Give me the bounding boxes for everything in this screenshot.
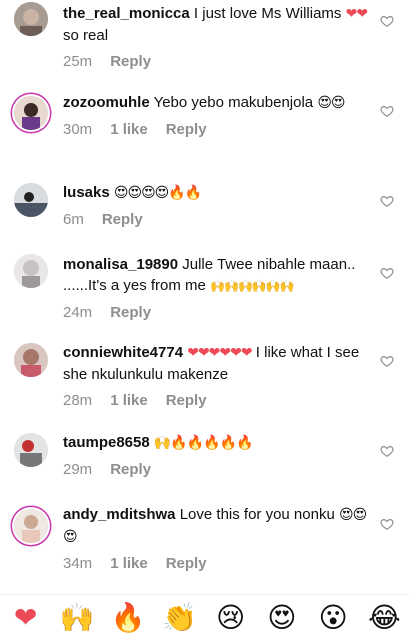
reaction-raised-hands[interactable]: 🙌 [58,599,96,637]
comment-emoji: ❤❤❤❤❤❤ [187,345,252,361]
reply-button[interactable]: Reply [166,553,207,574]
comment-emoji: ❤❤ [345,6,368,22]
comment-body: conniewhite4774 ❤❤❤❤❤❤ I like what I see… [63,342,370,411]
reply-button[interactable]: Reply [110,51,151,72]
comment-likes[interactable]: 1 like [110,119,148,140]
avatar[interactable] [14,509,48,543]
comment-emoji: 🙌🙌🙌🙌🙌🙌 [210,279,295,293]
reply-button[interactable]: Reply [110,459,151,480]
heart-outline-icon[interactable] [380,14,394,28]
comment-time: 24m [63,304,93,321]
comment-emoji: 😍😍😍😍🔥🔥 [113,185,202,201]
comment-body: monalisa_19890 Julle Twee nibahle maan..… [63,254,370,323]
comment-username[interactable]: the_real_monicca [63,5,190,22]
reply-button[interactable]: Reply [110,302,151,323]
heart-outline-icon[interactable] [380,104,394,118]
comment-emoji: 😍😍 [317,95,345,111]
comment-emoji: 🙌🔥🔥🔥🔥🔥 [153,435,254,451]
comment-username[interactable]: taumpe8658 [63,434,150,451]
comment-text: Love this for you nonku [179,506,335,523]
comment-likes[interactable]: 1 like [110,390,148,411]
avatar[interactable] [14,433,48,467]
comment-body: the_real_monicca I just love Ms Williams… [63,3,370,72]
avatar[interactable] [14,2,48,36]
avatar[interactable] [14,343,48,377]
reaction-crying[interactable]: 😢 [212,599,250,637]
comment-time: 34m [63,555,93,572]
comment-body: zozoomuhle Yebo yebo makubenjola 😍😍 30m … [63,92,370,140]
reply-button[interactable]: Reply [166,390,207,411]
comment-time: 6m [63,211,84,228]
comment-time: 25m [63,53,93,70]
comment-text: Yebo yebo makubenjola [153,94,314,111]
comment-likes[interactable]: 1 like [110,553,148,574]
reply-button[interactable]: Reply [102,209,143,230]
comment-username[interactable]: zozoomuhle [63,94,150,111]
reaction-fire[interactable]: 🔥 [109,599,147,637]
reaction-laughing[interactable]: 😂 [365,599,403,637]
comment-body: andy_mditshwa Love this for you nonku 😍😍… [63,504,370,574]
comment-username[interactable]: lusaks [63,184,110,201]
heart-outline-icon[interactable] [380,194,394,208]
comment-username[interactable]: andy_mditshwa [63,506,176,523]
heart-outline-icon[interactable] [380,354,394,368]
comment-time: 30m [63,121,93,138]
comment-username[interactable]: conniewhite4774 [63,344,183,361]
avatar[interactable] [14,183,48,217]
reaction-heart-eyes[interactable]: 😍 [263,599,301,637]
comment-time: 29m [63,461,93,478]
reply-button[interactable]: Reply [166,119,207,140]
avatar[interactable] [14,254,48,288]
comment-username[interactable]: monalisa_19890 [63,256,178,273]
comment-text-after: so real [63,27,109,44]
quick-reaction-bar: ❤ 🙌 🔥 👏 😢 😍 😮 😂 [0,594,410,641]
comment-text: I just love Ms Williams [193,5,342,22]
reaction-heart[interactable]: ❤ [7,599,45,637]
avatar[interactable] [14,96,48,130]
reaction-clapping[interactable]: 👏 [160,599,198,637]
comment-body: taumpe8658 🙌🔥🔥🔥🔥🔥 29m Reply [63,432,370,480]
comment-time: 28m [63,392,93,409]
heart-outline-icon[interactable] [380,444,394,458]
comment-body: lusaks 😍😍😍😍🔥🔥 6m Reply [63,182,370,230]
reaction-surprised[interactable]: 😮 [314,599,352,637]
heart-outline-icon[interactable] [380,266,394,280]
heart-outline-icon[interactable] [380,517,394,531]
